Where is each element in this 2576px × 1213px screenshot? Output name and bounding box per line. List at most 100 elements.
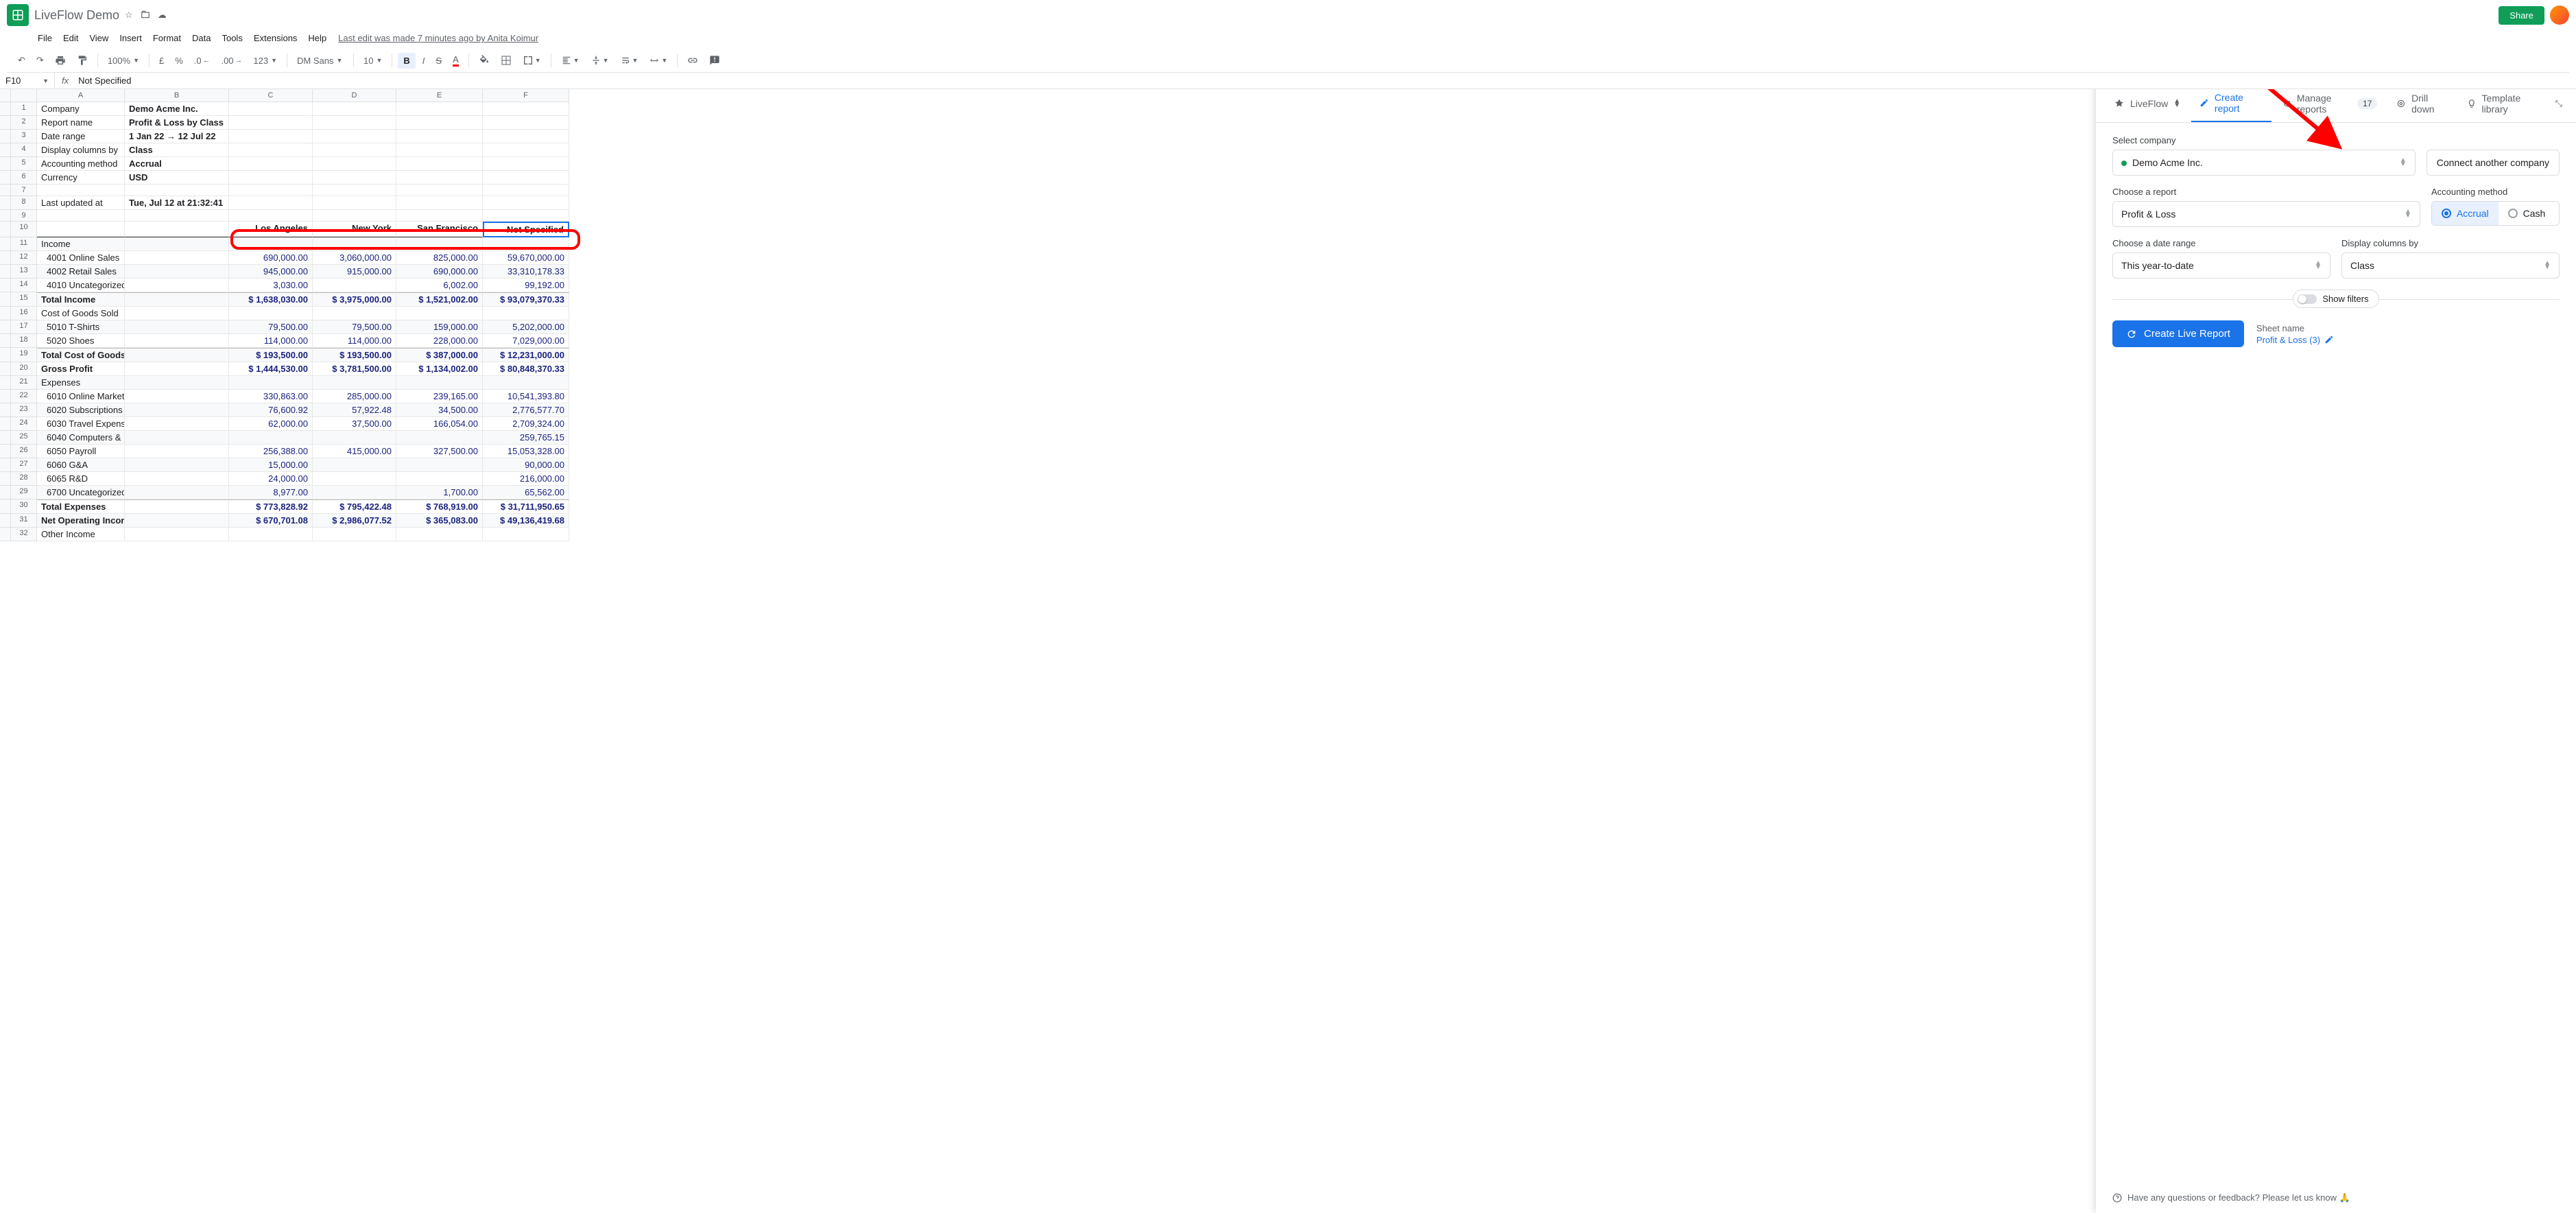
rotate-icon[interactable]: ▼ [645,53,671,68]
formula-input[interactable]: Not Specified [75,73,2576,89]
label-choose-report: Choose a report [2112,187,2420,197]
cell[interactable]: Demo Acme Inc. [125,102,229,116]
undo-icon[interactable]: ↶ [14,52,29,69]
menu-bar: File Edit View Insert Format Data Tools … [0,30,2576,49]
doc-title[interactable]: LiveFlow Demo [34,8,119,23]
report-count-badge: 17 [2357,98,2377,109]
liveflow-icon [2114,98,2125,109]
move-icon[interactable] [140,10,151,21]
font-size-select[interactable]: 10 ▼ [359,53,386,69]
updown-icon: ▲▼ [2544,261,2551,270]
tab-liveflow[interactable]: LiveFlow ▲▼ [2106,91,2189,116]
numfmt-select[interactable]: 123 ▼ [249,53,281,69]
pencil-icon [2199,97,2209,108]
target-icon [2396,98,2406,109]
wrap-icon[interactable]: ▼ [616,53,643,68]
show-filters-toggle[interactable]: Show filters [2293,290,2378,308]
menu-insert[interactable]: Insert [115,30,147,46]
sheet-area[interactable]: A B C D E F 1 Company Demo Acme Inc. 2 R… [0,89,2096,1213]
sheets-logo[interactable] [7,4,29,26]
fx-icon: fx [55,75,75,86]
star-icon[interactable]: ☆ [125,10,133,21]
redo-icon[interactable]: ↷ [32,52,48,69]
display-by-select[interactable]: Class ▲▼ [2341,252,2560,279]
acct-method-group: Accrual Cash [2431,201,2560,226]
toolbar: ↶ ↷ 100% ▼ £ % .0← .00→ 123 ▼ DM Sans ▼ … [7,49,2569,73]
print-icon[interactable] [51,52,70,69]
menu-data[interactable]: Data [187,30,215,46]
borders-icon[interactable] [497,52,516,69]
edit-icon [2324,335,2334,344]
last-edit-link[interactable]: Last edit was made 7 minutes ago by Anit… [338,33,538,43]
selected-cell[interactable]: Not Specified [483,222,569,237]
row-hdr[interactable]: 1 [11,102,37,116]
label-display-by: Display columns by [2341,238,2560,248]
updown-icon: ▲▼ [2315,261,2322,270]
label-date-range: Choose a date range [2112,238,2330,248]
updown-icon: ▲▼ [2173,99,2180,108]
dec-decrease-icon[interactable]: .0← [190,53,215,69]
text-color-icon[interactable]: A [449,51,463,69]
halign-icon[interactable]: ▼ [557,53,584,68]
refresh-icon [2282,98,2291,109]
updown-icon: ▲▼ [2400,158,2407,167]
col-B[interactable]: B [125,89,229,102]
tab-create-report[interactable]: Create report [2191,89,2271,122]
share-button[interactable]: Share [2499,6,2544,25]
sheet-name-link[interactable]: Profit & Loss (3) [2256,335,2334,345]
liveflow-panel: LiveFlow ✕ LiveFlow ▲▼ Create report Man… [2096,89,2576,1213]
italic-button[interactable]: I [418,53,429,69]
cell-ref-input[interactable]: F10▼ [0,73,55,89]
label-sheet-name: Sheet name [2256,323,2334,333]
menu-edit[interactable]: Edit [58,30,83,46]
col-F[interactable]: F [483,89,569,102]
tab-template-library[interactable]: Template library [2459,89,2549,121]
fill-color-icon[interactable] [475,52,494,69]
comment-icon[interactable] [705,52,724,69]
merge-cells-icon[interactable]: ▼ [518,52,545,69]
menu-file[interactable]: File [33,30,57,46]
col-E[interactable]: E [396,89,483,102]
valign-icon[interactable]: ▼ [586,53,613,68]
report-select[interactable]: Profit & Loss ▲▼ [2112,201,2420,227]
date-range-select[interactable]: This year-to-date ▲▼ [2112,252,2330,279]
status-dot-icon [2121,161,2127,166]
create-live-report-button[interactable]: Create Live Report [2112,320,2244,347]
menu-view[interactable]: View [84,30,113,46]
cell[interactable]: Company [37,102,125,116]
formula-bar: F10▼ fx Not Specified [0,73,2576,89]
menu-extensions[interactable]: Extensions [249,30,302,46]
col-D[interactable]: D [313,89,396,102]
help-icon[interactable] [2112,1193,2122,1203]
label-acct-method: Accounting method [2431,187,2560,197]
paint-format-icon[interactable] [73,52,92,69]
cloud-icon[interactable]: ☁ [158,10,167,21]
company-select[interactable]: Demo Acme Inc. ▲▼ [2112,150,2416,176]
connect-company-button[interactable]: Connect another company [2426,150,2560,176]
radio-cash[interactable]: Cash [2499,202,2559,225]
col-A[interactable]: A [37,89,125,102]
font-select[interactable]: DM Sans ▼ [293,53,348,69]
strikethrough-button[interactable]: S [431,53,446,69]
menu-tools[interactable]: Tools [217,30,247,46]
header: LiveFlow Demo ☆ ☁ Share [0,0,2576,30]
bold-button[interactable]: B [398,53,415,69]
collapse-icon[interactable]: ⤡ [2551,94,2566,113]
zoom-select[interactable]: 100% ▼ [104,53,143,69]
col-C[interactable]: C [229,89,313,102]
menu-help[interactable]: Help [303,30,331,46]
radio-accrual[interactable]: Accrual [2432,202,2499,225]
refresh-icon [2126,329,2137,340]
dec-increase-icon[interactable]: .00→ [217,53,246,69]
tab-drill-down[interactable]: Drill down [2388,89,2455,121]
percent-icon[interactable]: % [171,53,187,69]
link-icon[interactable] [683,52,702,69]
toggle-icon [2298,294,2317,304]
lightbulb-icon [2467,98,2477,109]
tab-manage-reports[interactable]: Manage reports 17 [2274,89,2386,121]
panel-tabs: LiveFlow ▲▼ Create report Manage reports… [2096,89,2576,123]
label-select-company: Select company [2112,135,2416,145]
avatar[interactable] [2550,5,2569,25]
menu-format[interactable]: Format [148,30,186,46]
currency-icon[interactable]: £ [155,53,168,69]
